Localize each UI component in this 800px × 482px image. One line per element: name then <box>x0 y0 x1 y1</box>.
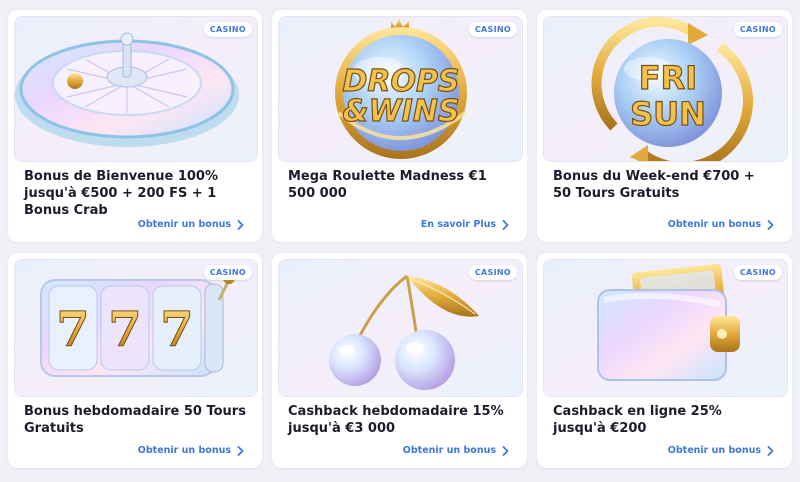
promo-title: Bonus du Week-end €700 + 50 Tours Gratui… <box>553 169 755 201</box>
get-bonus-button[interactable]: Obtenir un bonus <box>138 219 244 230</box>
reel-symbol-seven: 7 <box>108 302 141 358</box>
action-label: En savoir Plus <box>420 219 496 230</box>
promo-title: Bonus hebdomadaire 50 Tours Gratuits <box>24 404 246 436</box>
get-bonus-button[interactable]: Obtenir un bonus <box>403 445 509 456</box>
fri-logo-text: FRI <box>639 59 697 97</box>
promo-card-online-cashback[interactable]: CASINO Cashback en ligne 25% jusqu'à €20… <box>537 253 792 468</box>
chevron-right-icon <box>502 219 509 230</box>
get-bonus-button[interactable]: Obtenir un bonus <box>668 445 774 456</box>
chevron-right-icon <box>502 445 509 456</box>
promo-card-weekend-bonus[interactable]: FRI SUN CASINO Bonus du Week-end €700 + … <box>537 10 792 242</box>
fri-sun-logo: FRI SUN <box>543 16 788 162</box>
promo-card-mega-roulette[interactable]: DROPS &WINS CASINO Mega Roulette Madness… <box>272 10 527 242</box>
learn-more-button[interactable]: En savoir Plus <box>421 219 509 230</box>
promo-card-weekly-cashback[interactable]: CASINO Cashback hebdomadaire 15% jusqu'à… <box>272 253 527 468</box>
get-bonus-button[interactable]: Obtenir un bonus <box>138 445 244 456</box>
promo-title: Bonus de Bienvenue 100% jusqu'à €500 + 2… <box>24 169 219 218</box>
promo-title: Mega Roulette Madness €1 500 000 <box>288 169 487 201</box>
action-label: Obtenir un bonus <box>137 219 231 230</box>
reel-symbol-seven: 7 <box>160 302 193 358</box>
action-label: Obtenir un bonus <box>402 445 496 456</box>
get-bonus-button[interactable]: Obtenir un bonus <box>668 219 774 230</box>
action-label: Obtenir un bonus <box>667 219 761 230</box>
action-label: Obtenir un bonus <box>137 445 231 456</box>
chevron-right-icon <box>767 445 774 456</box>
wins-logo-text: &WINS <box>342 94 459 129</box>
chevron-right-icon <box>237 219 244 230</box>
drops-and-wins-logo: DROPS &WINS <box>278 16 523 162</box>
chevron-right-icon <box>237 445 244 456</box>
roulette-wheel-icon <box>14 16 258 162</box>
sun-logo-text: SUN <box>630 95 706 133</box>
casino-badge: CASINO <box>203 265 252 280</box>
promo-card-weekly-free-spins[interactable]: 7 7 7 CASINO Bonus hebdomadaire 50 Tours… <box>8 253 262 468</box>
action-label: Obtenir un bonus <box>667 445 761 456</box>
chevron-right-icon <box>767 219 774 230</box>
promo-title: Cashback hebdomadaire 15% jusqu'à €3 000 <box>288 404 504 436</box>
promo-title: Cashback en ligne 25% jusqu'à €200 <box>553 404 722 436</box>
reel-symbol-seven: 7 <box>56 302 89 358</box>
casino-badge: CASINO <box>733 22 782 37</box>
casino-badge: CASINO <box>733 265 782 280</box>
promo-card-welcome-bonus[interactable]: CASINO Bonus de Bienvenue 100% jusqu'à €… <box>8 10 262 242</box>
casino-badge: CASINO <box>203 22 252 37</box>
casino-badge: CASINO <box>468 22 517 37</box>
casino-badge: CASINO <box>468 265 517 280</box>
